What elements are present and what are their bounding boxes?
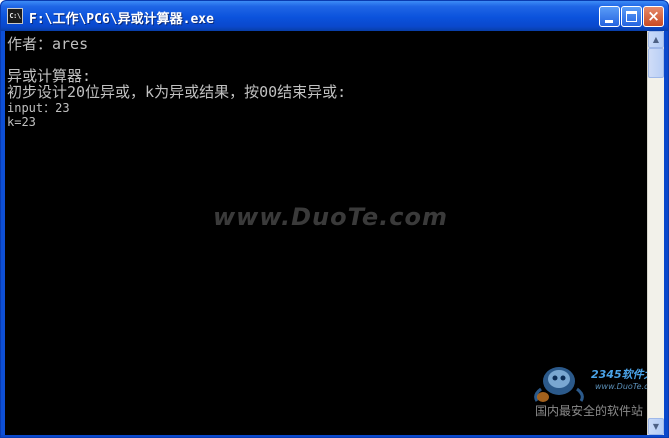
window-frame-right xyxy=(664,31,668,435)
logo-caption: 国内最安全的软件站 xyxy=(535,404,644,418)
window-title: F:\工作\PC6\异或计算器.exe xyxy=(29,12,214,27)
watermark-text: www.DuoTe.com xyxy=(213,203,448,231)
scroll-up-button[interactable]: ▲ xyxy=(648,31,664,48)
close-button[interactable]: × xyxy=(643,6,664,27)
console-icon[interactable]: C:\ xyxy=(7,8,23,24)
console-line-author: 作者：ares xyxy=(7,35,89,53)
minimize-button[interactable] xyxy=(599,6,620,27)
logo-name: 2345软件大全 xyxy=(591,368,647,381)
close-icon: × xyxy=(647,7,660,25)
console-output[interactable]: 作者：ares 异或计算器: 初步设计20位异或，k为异或结果，按00结束异或:… xyxy=(5,31,647,435)
vertical-scrollbar[interactable]: ▲ ▼ xyxy=(647,31,664,435)
console-window: C:\ F:\工作\PC6\异或计算器.exe × 作者：ares 异或计算器:… xyxy=(0,0,669,438)
maximize-icon xyxy=(626,11,637,22)
title-bar[interactable]: C:\ F:\工作\PC6\异或计算器.exe × xyxy=(1,1,668,31)
minimize-icon xyxy=(605,20,613,23)
logo-url: www.DuoTe.com xyxy=(595,382,647,391)
maximize-button[interactable] xyxy=(621,6,642,27)
console-line-result: k=23 xyxy=(7,115,36,129)
console-line-input: input：23 xyxy=(7,101,70,115)
scroll-thumb[interactable] xyxy=(648,48,664,78)
scroll-down-button[interactable]: ▼ xyxy=(648,418,664,435)
mascot-logo-icon xyxy=(534,367,584,402)
